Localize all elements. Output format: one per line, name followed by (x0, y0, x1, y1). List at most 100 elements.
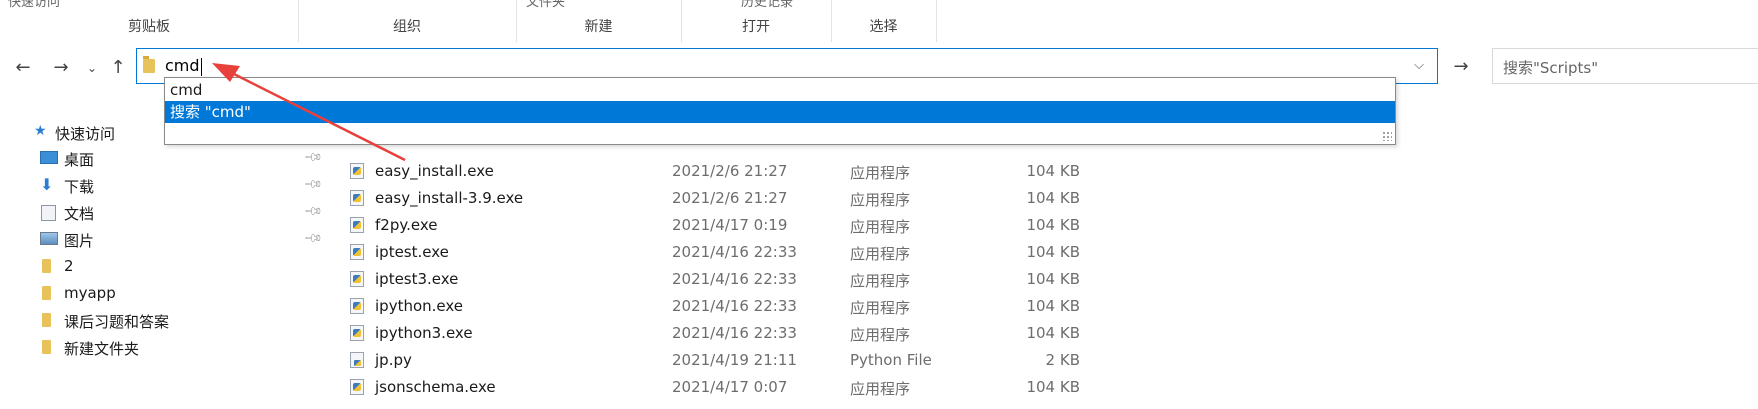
ribbon-cut-label: 文件夹 (526, 0, 566, 10)
file-row[interactable]: easy_install-3.9.exe 2021/2/6 21:27 应用程序… (340, 185, 1440, 212)
address-dropdown-chevron-icon[interactable]: ⌵ (1401, 49, 1437, 83)
ribbon-group-label[interactable]: 选择 (831, 16, 936, 36)
exe-file-icon (350, 244, 364, 260)
text-caret (200, 57, 202, 76)
ribbon-group-label[interactable]: 剪贴板 (0, 16, 298, 36)
nav-item-label: 图片 (64, 232, 95, 250)
pin-icon[interactable]: 📌︎ (303, 147, 324, 168)
folder-icon (143, 56, 155, 73)
file-row[interactable]: iptest.exe 2021/4/16 22:33 应用程序 104 KB (340, 239, 1440, 266)
pin-icon[interactable]: 📌︎ (303, 174, 324, 195)
ribbon-group-new: 文件夹 新建 (516, 0, 682, 42)
ribbon: 快速访问 剪贴板 组织 文件夹 新建 历史记录 打开 选择 (0, 0, 1758, 43)
file-date: 2021/4/16 22:33 (672, 297, 797, 315)
nav-item-label: 2 (64, 257, 74, 275)
go-arrow-icon[interactable]: → (1445, 54, 1477, 80)
file-date: 2021/4/17 0:19 (672, 216, 788, 234)
file-size: 104 KB (1026, 216, 1080, 234)
nav-item-desktop[interactable]: 桌面 📌︎ (0, 146, 330, 172)
ribbon-group-label[interactable]: 组织 (298, 16, 516, 36)
python-file-icon (350, 352, 364, 368)
exe-file-icon (350, 163, 364, 179)
file-row[interactable]: jp.py 2021/4/19 21:11 Python File 2 KB (340, 347, 1440, 374)
file-name: jp.py (375, 351, 412, 369)
nav-item-pictures[interactable]: 图片 📌︎ (0, 227, 330, 253)
download-icon: ⬇ (40, 175, 54, 194)
file-date: 2021/2/6 21:27 (672, 189, 788, 207)
nav-item-folder-2[interactable]: 2 (0, 254, 330, 280)
file-row[interactable]: jsonschema.exe 2021/4/17 0:07 应用程序 104 K… (340, 374, 1440, 401)
file-size: 104 KB (1026, 378, 1080, 396)
ribbon-group-label[interactable]: 打开 (681, 16, 831, 36)
exe-file-icon (350, 217, 364, 233)
resize-grip-icon[interactable] (1382, 131, 1392, 141)
nav-item-label: 下载 (64, 178, 95, 196)
file-row[interactable]: iptest3.exe 2021/4/16 22:33 应用程序 104 KB (340, 266, 1440, 293)
nav-item-label: 快速访问 (55, 125, 116, 143)
file-size: 104 KB (1026, 243, 1080, 261)
file-type: Python File (850, 351, 932, 369)
forward-arrow-icon[interactable]: → (49, 54, 73, 82)
file-date: 2021/4/16 22:33 (672, 270, 797, 288)
file-type: 应用程序 (850, 326, 911, 344)
document-icon (41, 205, 56, 221)
file-row[interactable]: ipython.exe 2021/4/16 22:33 应用程序 104 KB (340, 293, 1440, 320)
folder-icon (42, 259, 51, 273)
file-size: 104 KB (1026, 324, 1080, 342)
file-name: ipython.exe (375, 297, 464, 315)
nav-item-folder-exercises[interactable]: 课后习题和答案 (0, 308, 330, 334)
file-type: 应用程序 (850, 191, 911, 209)
address-autocomplete-popup: cmd 搜索 "cmd" (164, 77, 1396, 145)
file-name: easy_install-3.9.exe (375, 189, 524, 207)
file-size: 2 KB (1045, 351, 1080, 369)
nav-item-downloads[interactable]: ⬇ 下载 📌︎ (0, 173, 330, 199)
file-name: iptest.exe (375, 243, 449, 261)
file-name: f2py.exe (375, 216, 438, 234)
file-type: 应用程序 (850, 380, 911, 398)
nav-item-folder-myapp[interactable]: myapp (0, 281, 330, 307)
nav-item-folder-new[interactable]: 新建文件夹 (0, 335, 330, 361)
navigation-pane: ★ 快速访问 桌面 📌︎ ⬇ 下载 📌︎ 文档 📌︎ 图片 📌︎ 2 myapp… (0, 120, 330, 409)
pin-icon[interactable]: 📌︎ (303, 201, 324, 222)
folder-icon (42, 313, 51, 327)
file-size: 104 KB (1026, 162, 1080, 180)
nav-item-documents[interactable]: 文档 📌︎ (0, 200, 330, 226)
file-row[interactable]: f2py.exe 2021/4/17 0:19 应用程序 104 KB (340, 212, 1440, 239)
exe-file-icon (350, 325, 364, 341)
ribbon-group-label[interactable]: 新建 (516, 16, 681, 36)
file-type: 应用程序 (850, 218, 911, 236)
ribbon-group-organize: 组织 (298, 0, 517, 42)
folder-icon (42, 340, 51, 354)
file-type: 应用程序 (850, 299, 911, 317)
autocomplete-item[interactable]: cmd (165, 79, 1395, 101)
search-input[interactable]: 搜索"Scripts" (1492, 48, 1758, 84)
star-icon: ★ (34, 123, 47, 139)
picture-icon (40, 232, 58, 245)
up-arrow-icon[interactable]: ↑ (106, 54, 130, 82)
ribbon-group-open: 历史记录 打开 (681, 0, 832, 42)
file-row[interactable]: easy_install.exe 2021/2/6 21:27 应用程序 104… (340, 158, 1440, 185)
file-type: 应用程序 (850, 272, 911, 290)
file-date: 2021/4/19 21:11 (672, 351, 797, 369)
search-placeholder: 搜索"Scripts" (1503, 59, 1599, 77)
back-arrow-icon[interactable]: ← (11, 54, 35, 82)
ribbon-cut-label: 快速访问 (8, 0, 61, 10)
file-name: easy_install.exe (375, 162, 494, 180)
exe-file-icon (350, 298, 364, 314)
folder-icon (42, 286, 51, 300)
file-name: jsonschema.exe (375, 378, 496, 396)
file-type: 应用程序 (850, 164, 911, 182)
ribbon-group-clipboard: 快速访问 剪贴板 (0, 0, 299, 42)
desktop-icon (40, 151, 58, 164)
file-row[interactable]: ipython3.exe 2021/4/16 22:33 应用程序 104 KB (340, 320, 1440, 347)
nav-item-label: myapp (64, 284, 116, 302)
autocomplete-item-search[interactable]: 搜索 "cmd" (165, 101, 1395, 123)
file-name: iptest3.exe (375, 270, 459, 288)
address-input-value[interactable]: cmd (165, 56, 202, 76)
exe-file-icon (350, 190, 364, 206)
pin-icon[interactable]: 📌︎ (303, 228, 324, 249)
ribbon-group-select: 选择 (831, 0, 937, 42)
exe-file-icon (350, 271, 364, 287)
recent-locations-chevron-icon[interactable]: ⌄ (80, 54, 104, 82)
file-date: 2021/4/17 0:07 (672, 378, 788, 396)
